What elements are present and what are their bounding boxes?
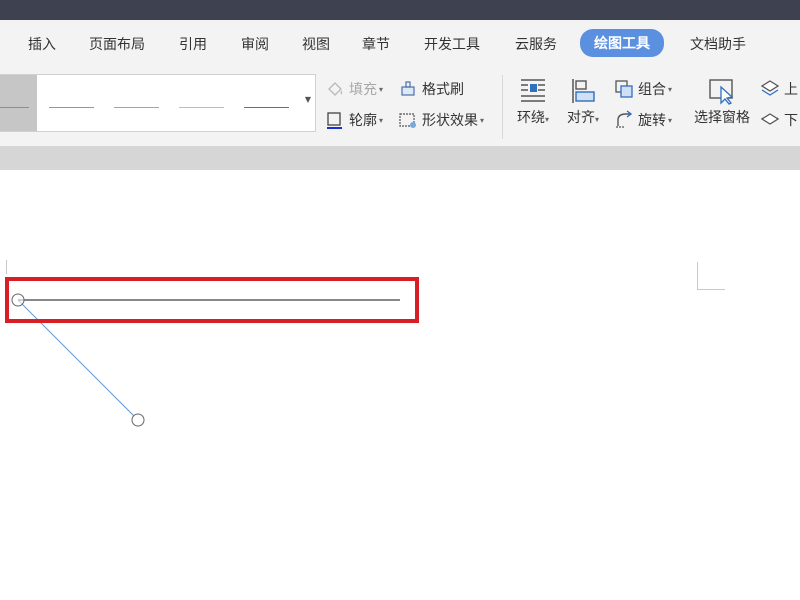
highlight-box [5, 277, 419, 323]
line-end-handle[interactable] [131, 413, 145, 427]
